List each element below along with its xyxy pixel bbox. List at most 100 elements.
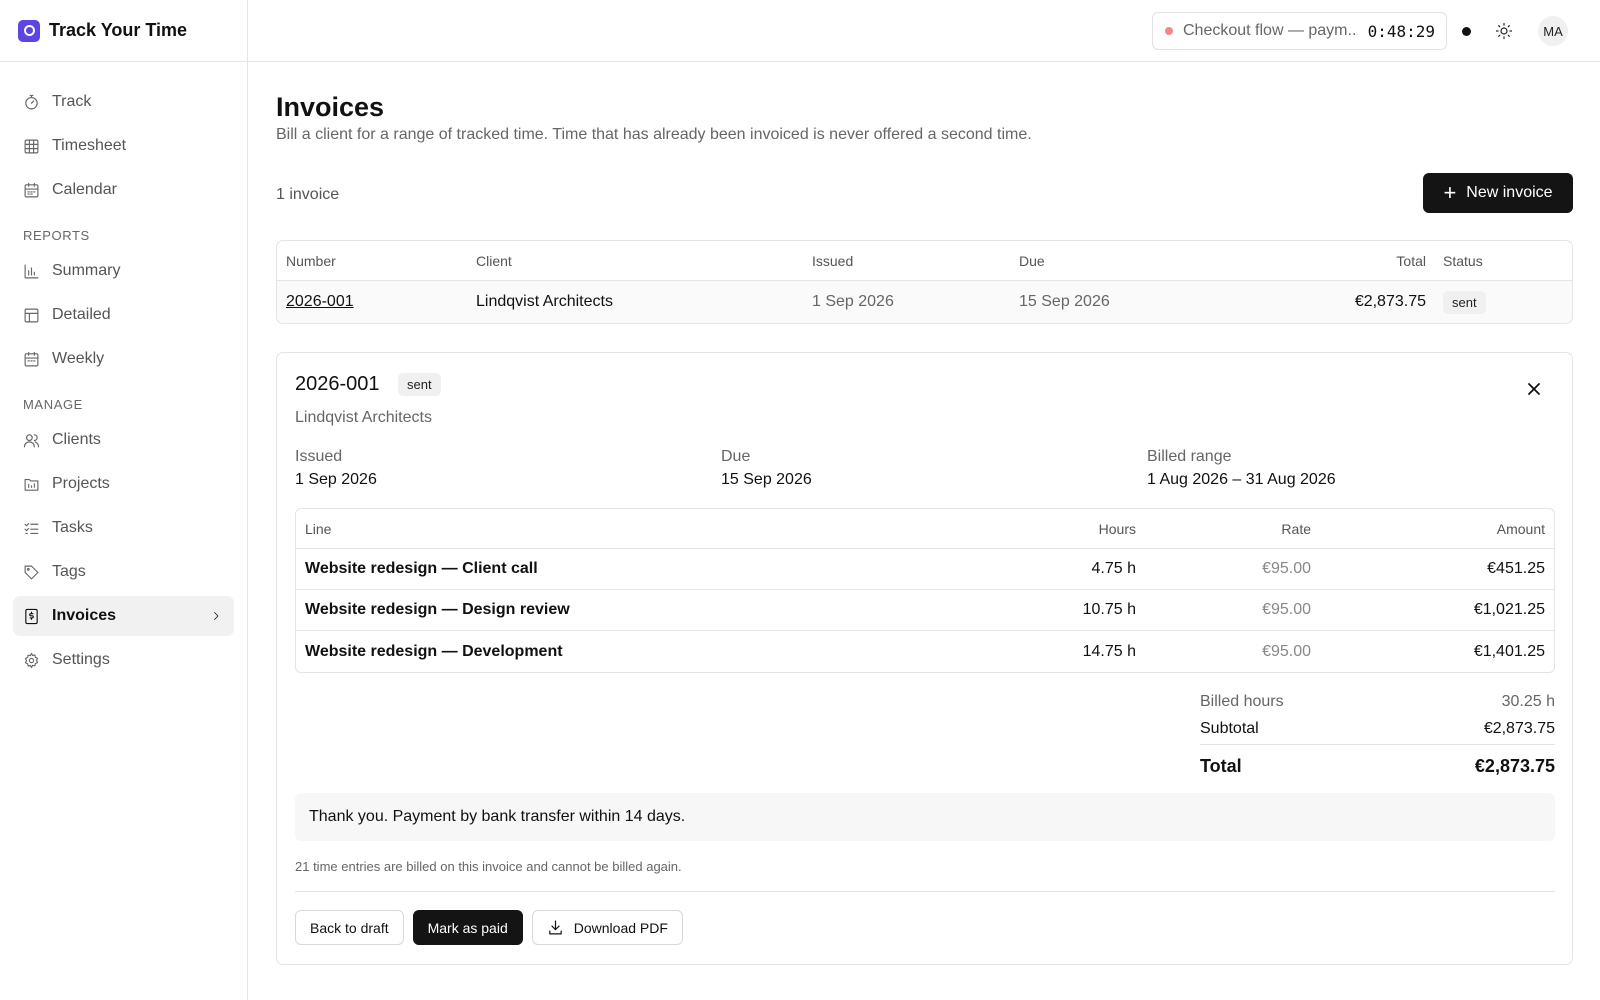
line-name: Website redesign — Client call bbox=[305, 560, 538, 577]
total-value: €2,873.75 bbox=[1474, 755, 1555, 776]
subtotal-label: Subtotal bbox=[1200, 719, 1259, 737]
sidebar-item-invoices[interactable]: Invoices bbox=[13, 596, 234, 636]
invoice-count: 1 invoice bbox=[276, 186, 340, 203]
bar-chart-icon bbox=[24, 264, 39, 278]
invoice-total: €2,873.75 bbox=[1354, 293, 1426, 310]
sidebar-item-settings[interactable]: Settings bbox=[13, 640, 234, 680]
sidebar-item-tags[interactable]: Tags bbox=[13, 552, 234, 592]
billed-entries-note: 21 time entries are billed on this invoi… bbox=[295, 859, 682, 874]
invoice-lines-table: Line Hours Rate Amount Website redesign … bbox=[295, 508, 1555, 673]
running-timer[interactable]: Checkout flow — paym... 0:48:29 bbox=[1152, 12, 1447, 50]
sidebar-item-label: Tags bbox=[52, 563, 86, 580]
header-status[interactable]: Status bbox=[1443, 253, 1483, 269]
sidebar-item-label: Clients bbox=[52, 431, 101, 448]
header-hours: Hours bbox=[1098, 520, 1136, 537]
table-row: Website redesign — Client call 4.75 h €9… bbox=[296, 549, 1554, 590]
header-due[interactable]: Due bbox=[1019, 253, 1045, 269]
close-icon bbox=[1528, 383, 1540, 395]
sidebar-item-detailed[interactable]: Detailed bbox=[13, 295, 234, 335]
header-rate: Rate bbox=[1281, 520, 1311, 537]
invoice-actions: Back to draft Mark as paid Download PDF bbox=[295, 910, 683, 945]
avatar[interactable]: MA bbox=[1538, 16, 1568, 46]
line-rate: €95.00 bbox=[1262, 560, 1311, 577]
table-icon bbox=[24, 308, 39, 322]
meta-range-label: Billed range bbox=[1147, 448, 1232, 465]
mark-as-paid-button[interactable]: Mark as paid bbox=[412, 910, 523, 945]
app-title: Track Your Time bbox=[49, 20, 188, 40]
new-invoice-label: New invoice bbox=[1466, 184, 1553, 201]
sidebar-item-clients[interactable]: Clients bbox=[13, 420, 234, 460]
sidebar-item-label: Tasks bbox=[52, 519, 93, 536]
totals-divider bbox=[1200, 744, 1555, 745]
download-pdf-button[interactable]: Download PDF bbox=[531, 910, 683, 945]
header-client[interactable]: Client bbox=[476, 253, 512, 269]
record-dot-icon[interactable] bbox=[1462, 27, 1471, 36]
sidebar-item-calendar[interactable]: Calendar bbox=[13, 170, 234, 210]
back-to-draft-button[interactable]: Back to draft bbox=[295, 910, 404, 945]
page-subtitle: Bill a client for a range of tracked tim… bbox=[276, 126, 1032, 143]
header-number[interactable]: Number bbox=[286, 253, 336, 269]
line-amount: €451.25 bbox=[1487, 560, 1545, 577]
sidebar-item-label: Summary bbox=[52, 262, 121, 279]
header-total[interactable]: Total bbox=[1396, 253, 1426, 269]
meta-due: Due 15 Sep 2026 bbox=[721, 448, 812, 489]
meta-issued: Issued 1 Sep 2026 bbox=[295, 448, 377, 489]
sidebar-item-label: Settings bbox=[52, 651, 110, 668]
table-header: Number Client Issued Due Total Status bbox=[277, 241, 1572, 281]
theme-toggle-button[interactable] bbox=[1492, 19, 1516, 43]
status-badge: sent bbox=[398, 373, 441, 396]
sidebar-item-timesheet[interactable]: Timesheet bbox=[13, 126, 234, 166]
checklist-icon bbox=[24, 522, 39, 534]
total-row: Total €2,873.75 bbox=[1200, 751, 1555, 781]
line-hours: 4.75 h bbox=[1091, 560, 1136, 577]
timer-time: 0:48:29 bbox=[1367, 21, 1435, 41]
sidebar-item-label: Invoices bbox=[52, 607, 117, 624]
subtotal-value: €2,873.75 bbox=[1483, 719, 1555, 737]
sidebar-item-weekly[interactable]: Weekly bbox=[13, 339, 234, 379]
invoice-due: 15 Sep 2026 bbox=[1019, 293, 1110, 310]
new-invoice-button[interactable]: + New invoice bbox=[1423, 173, 1573, 213]
invoice-totals: Billed hours 30.25 h Subtotal €2,873.75 … bbox=[1200, 688, 1555, 781]
brand[interactable]: Track Your Time bbox=[0, 0, 247, 62]
meta-range-value: 1 Aug 2026 – 31 Aug 2026 bbox=[1147, 471, 1336, 488]
invoice-number-link[interactable]: 2026-001 bbox=[286, 293, 354, 311]
app-logo-icon bbox=[18, 19, 40, 42]
billed-hours-row: Billed hours 30.25 h bbox=[1200, 688, 1555, 715]
meta-issued-label: Issued bbox=[295, 448, 343, 465]
page-title: Invoices bbox=[276, 92, 385, 122]
sun-icon bbox=[1495, 22, 1513, 40]
sidebar-item-projects[interactable]: Projects bbox=[13, 464, 234, 504]
line-name: Website redesign — Design review bbox=[305, 601, 570, 618]
detail-invoice-number: 2026-001 bbox=[295, 373, 380, 395]
sidebar-item-label: Projects bbox=[52, 475, 110, 492]
close-button[interactable] bbox=[1526, 381, 1542, 397]
status-cell: sent bbox=[1443, 290, 1486, 314]
folder-icon bbox=[24, 478, 39, 491]
header-line: Line bbox=[305, 520, 332, 537]
gear-icon bbox=[24, 652, 39, 668]
table-row[interactable]: 2026-001 Lindqvist Architects 1 Sep 2026… bbox=[277, 281, 1572, 323]
total-label: Total bbox=[1200, 755, 1242, 776]
chevron-right-icon bbox=[214, 612, 219, 620]
invoice-client: Lindqvist Architects bbox=[476, 293, 613, 310]
line-amount: €1,021.25 bbox=[1473, 601, 1545, 618]
sidebar-item-label: Weekly bbox=[52, 350, 105, 367]
back-to-draft-label: Back to draft bbox=[310, 919, 389, 936]
sidebar-item-summary[interactable]: Summary bbox=[13, 251, 234, 291]
sidebar-item-track[interactable]: Track bbox=[13, 82, 234, 122]
invoice-detail-panel: 2026-001 sent Lindqvist Architects Issue… bbox=[276, 352, 1573, 965]
mark-as-paid-label: Mark as paid bbox=[427, 919, 508, 936]
header-issued[interactable]: Issued bbox=[812, 253, 853, 269]
table-row: Website redesign — Development 14.75 h €… bbox=[296, 631, 1554, 672]
download-pdf-label: Download PDF bbox=[573, 919, 668, 936]
line-hours: 14.75 h bbox=[1082, 642, 1136, 660]
meta-due-label: Due bbox=[721, 448, 751, 465]
meta-issued-value: 1 Sep 2026 bbox=[295, 471, 377, 488]
plus-icon: + bbox=[1443, 180, 1457, 205]
line-amount: €1,401.25 bbox=[1473, 642, 1545, 660]
line-name: Website redesign — Development bbox=[305, 642, 563, 660]
line-rate: €95.00 bbox=[1262, 601, 1311, 618]
sidebar-item-label: Timesheet bbox=[52, 137, 127, 154]
download-icon bbox=[548, 920, 562, 935]
sidebar-item-tasks[interactable]: Tasks bbox=[13, 508, 234, 548]
